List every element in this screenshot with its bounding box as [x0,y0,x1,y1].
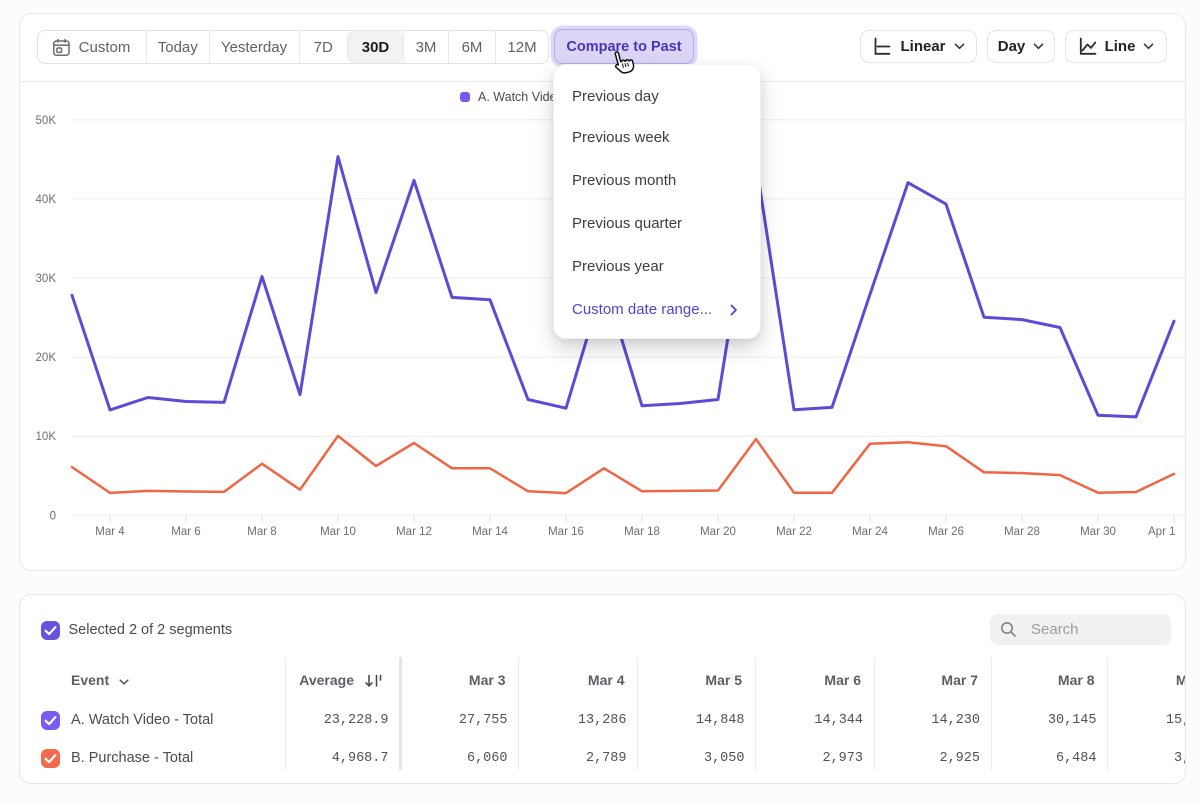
svg-text:30K: 30K [36,273,57,285]
svg-text:Apr 1: Apr 1 [1148,526,1176,538]
svg-text:Mar 18: Mar 18 [624,526,660,538]
svg-text:Mar 8: Mar 8 [247,526,276,538]
svg-text:10K: 10K [36,431,57,443]
svg-text:Mar 10: Mar 10 [320,526,356,538]
svg-text:Mar 4: Mar 4 [95,526,125,538]
svg-text:Mar 6: Mar 6 [171,526,200,538]
svg-text:Mar 24: Mar 24 [852,526,888,538]
svg-text:Mar 16: Mar 16 [548,526,584,538]
svg-text:Mar 30: Mar 30 [1080,526,1116,538]
svg-text:Mar 14: Mar 14 [472,526,508,538]
svg-text:0: 0 [50,510,56,522]
svg-text:20K: 20K [36,352,57,364]
svg-text:50K: 50K [36,115,57,127]
svg-text:Mar 22: Mar 22 [776,526,812,538]
svg-text:Mar 12: Mar 12 [396,526,432,538]
svg-text:Mar 20: Mar 20 [700,526,736,538]
svg-text:Mar 26: Mar 26 [928,526,964,538]
svg-text:40K: 40K [36,194,57,206]
svg-text:Mar 28: Mar 28 [1004,526,1040,538]
